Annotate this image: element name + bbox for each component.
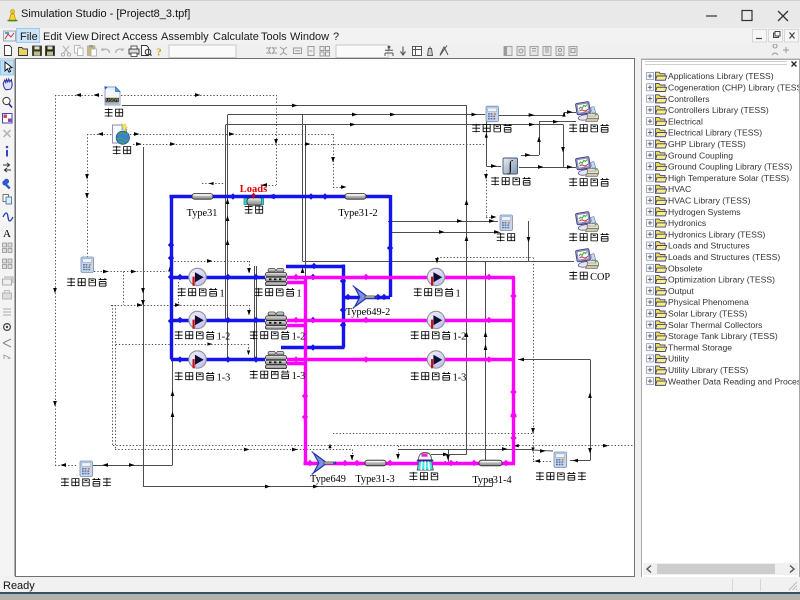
svg-text:Ground Coupling: Ground Coupling (668, 150, 733, 160)
svg-text:Solar Library (TESS): Solar Library (TESS) (668, 309, 747, 319)
svg-text:Type31-3: Type31-3 (355, 474, 394, 485)
svg-text:1-3: 1-3 (453, 373, 467, 384)
svg-text:Loads and Structures (TESS): Loads and Structures (TESS) (668, 252, 780, 262)
svg-text:1: 1 (220, 289, 225, 300)
svg-text:1: 1 (456, 289, 461, 300)
svg-text:Utility: Utility (668, 354, 690, 364)
svg-text:Type649-2: Type649-2 (346, 307, 390, 318)
svg-text:?: ? (156, 47, 162, 59)
svg-text:Type31: Type31 (187, 208, 218, 219)
svg-text:COP: COP (590, 272, 610, 283)
svg-text:Output: Output (668, 286, 694, 296)
svg-text:Applications Library (TESS): Applications Library (TESS) (668, 71, 774, 81)
svg-text:Thermal Storage: Thermal Storage (668, 342, 732, 352)
svg-text:Type649: Type649 (310, 474, 346, 485)
svg-text:Storage Tank Library (TESS): Storage Tank Library (TESS) (668, 331, 778, 341)
svg-text:Optimization Library (TESS): Optimization Library (TESS) (668, 275, 775, 285)
svg-text:Solar Thermal Collectors: Solar Thermal Collectors (668, 320, 762, 330)
svg-text:HVAC: HVAC (668, 184, 691, 194)
svg-text:Controllers Library (TESS): Controllers Library (TESS) (668, 105, 769, 115)
svg-text:1: 1 (297, 289, 302, 300)
svg-text:Type31-2: Type31-2 (338, 208, 377, 219)
svg-text:1-3: 1-3 (217, 373, 231, 384)
svg-text:1-2: 1-2 (292, 332, 306, 343)
svg-text:USER: USER (106, 98, 118, 103)
svg-text:Controllers: Controllers (668, 94, 710, 104)
svg-text:Hydronics: Hydronics (668, 218, 706, 228)
svg-text:Utility Library (TESS): Utility Library (TESS) (668, 365, 748, 375)
svg-text:Ground Coupling Library (TESS): Ground Coupling Library (TESS) (668, 162, 792, 172)
svg-text:Electrical: Electrical (668, 116, 703, 126)
svg-text:Physical Phenomena: Physical Phenomena (668, 297, 749, 307)
svg-text:HVAC Library (TESS): HVAC Library (TESS) (668, 196, 751, 206)
svg-text:GHP Library (TESS): GHP Library (TESS) (668, 139, 746, 149)
svg-text:1-2: 1-2 (217, 332, 231, 343)
svg-text:Type31-4: Type31-4 (472, 475, 511, 486)
svg-text:Hydronics Library (TESS): Hydronics Library (TESS) (668, 229, 766, 239)
svg-text:Loads and Structures: Loads and Structures (668, 241, 750, 251)
svg-text:Hydrogen Systems: Hydrogen Systems (668, 207, 741, 217)
svg-text:1-3: 1-3 (292, 371, 306, 382)
svg-text:High Temperature Solar (TESS): High Temperature Solar (TESS) (668, 173, 789, 183)
svg-text:A: A (3, 228, 11, 240)
svg-text:Electrical Library (TESS): Electrical Library (TESS) (668, 128, 762, 138)
svg-text:Weather Data Reading and Proce: Weather Data Reading and Process (668, 376, 799, 386)
svg-text:1-2: 1-2 (453, 332, 467, 343)
svg-text:Obsolete: Obsolete (668, 263, 703, 273)
svg-text:Cogeneration (CHP) Library (TE: Cogeneration (CHP) Library (TESS) (668, 83, 799, 93)
